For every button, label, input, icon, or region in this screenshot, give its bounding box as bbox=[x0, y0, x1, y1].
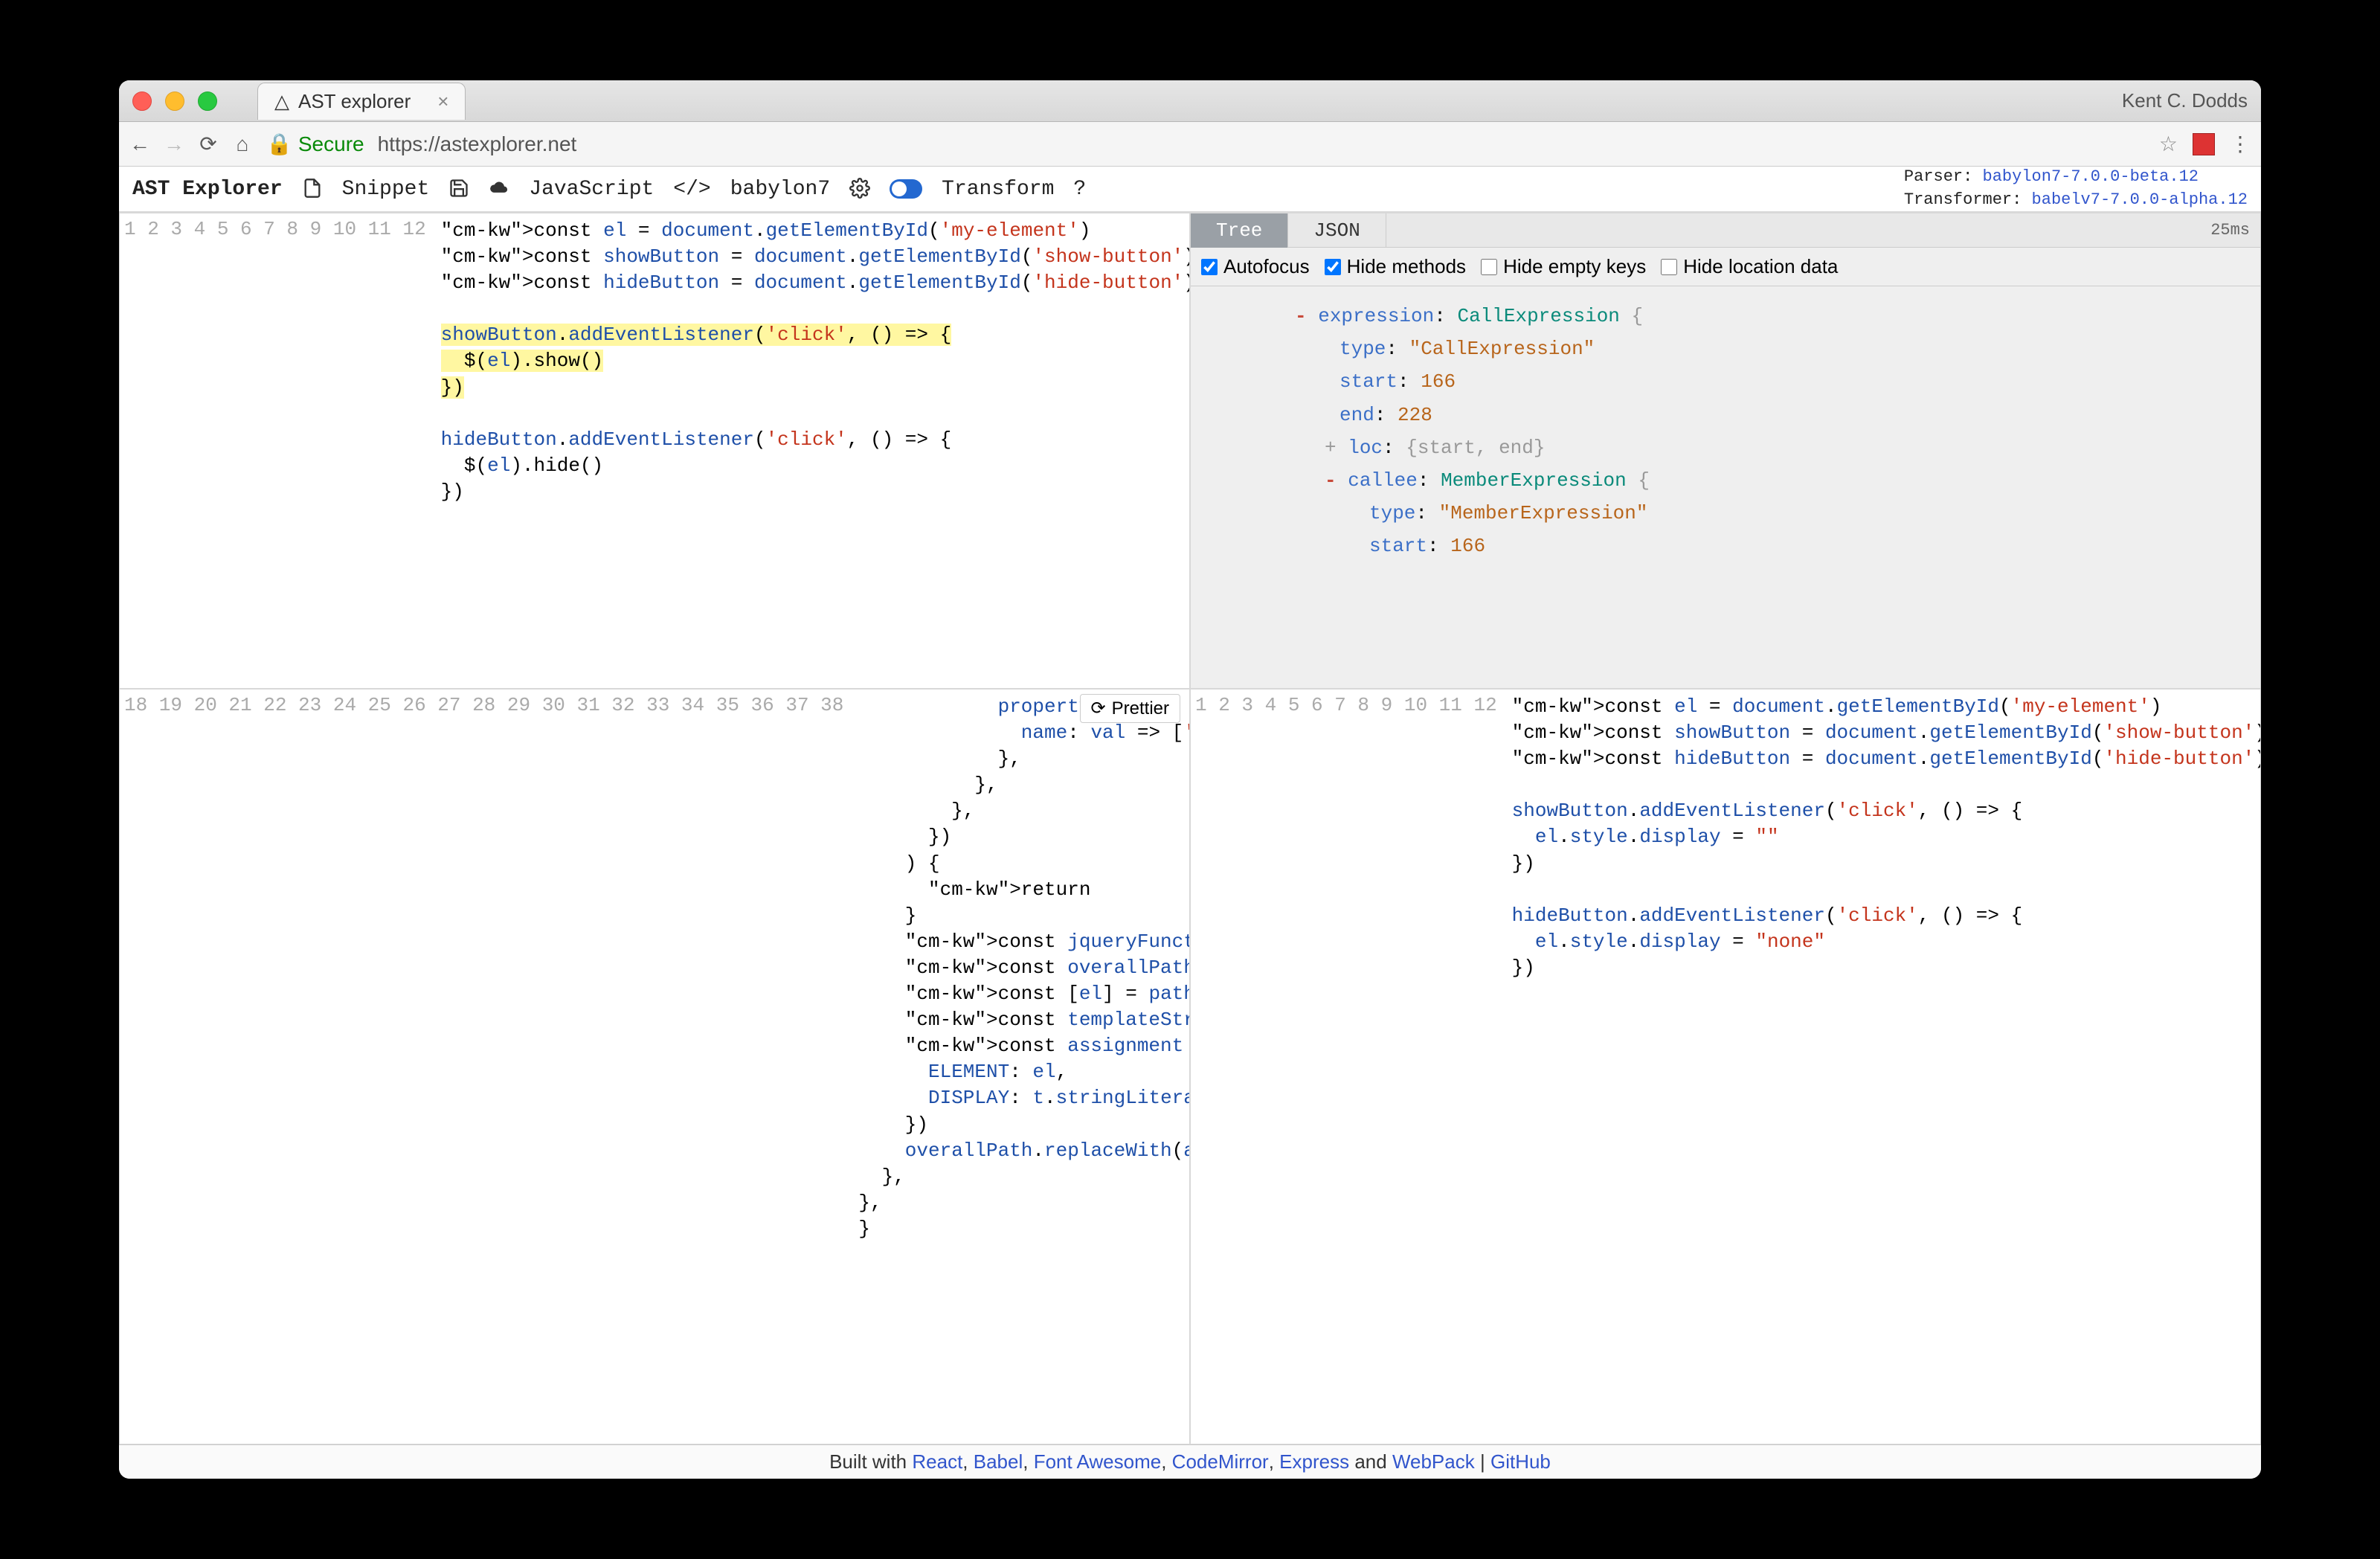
ast-tree-panel: Tree JSON 25ms Autofocus Hide methods Hi… bbox=[1190, 213, 2261, 689]
back-button[interactable]: ← bbox=[129, 132, 150, 156]
language-dropdown[interactable]: JavaScript bbox=[529, 178, 654, 201]
parser-dropdown[interactable]: babylon7 bbox=[730, 178, 830, 201]
chk-hide-loc[interactable]: Hide location data bbox=[1661, 255, 1838, 278]
footer-link[interactable]: Font Awesome bbox=[1034, 1450, 1162, 1473]
cloud-icon bbox=[489, 178, 509, 201]
prettier-button[interactable]: ⟳ Prettier bbox=[1080, 694, 1180, 723]
footer-link[interactable]: Babel bbox=[974, 1450, 1023, 1473]
close-window-button[interactable] bbox=[132, 91, 152, 111]
footer: Built with React, Babel, Font Awesome, C… bbox=[119, 1444, 2261, 1479]
footer-github-link[interactable]: GitHub bbox=[1490, 1450, 1551, 1473]
tab-title: AST explorer bbox=[298, 90, 411, 113]
gear-icon[interactable] bbox=[849, 178, 870, 201]
maximize-window-button[interactable] bbox=[198, 91, 217, 111]
browser-profile-name[interactable]: Kent C. Dodds bbox=[2122, 89, 2248, 112]
transformer-version-link[interactable]: babelv7-7.0.0-alpha.12 bbox=[2032, 190, 2248, 209]
browser-tab[interactable]: △ AST explorer × bbox=[257, 83, 466, 120]
close-tab-icon[interactable]: × bbox=[437, 90, 448, 113]
save-icon[interactable] bbox=[448, 178, 469, 201]
secure-indicator[interactable]: 🔒 Secure bbox=[266, 132, 364, 156]
transform-label[interactable]: Transform bbox=[942, 178, 1054, 201]
tab-tree[interactable]: Tree bbox=[1191, 213, 1288, 248]
tab-json[interactable]: JSON bbox=[1288, 213, 1386, 248]
minimize-window-button[interactable] bbox=[165, 91, 184, 111]
toolbar-meta: Parser: babylon7-7.0.0-beta.12 Transform… bbox=[1904, 166, 2248, 212]
kebab-menu-icon[interactable]: ⋮ bbox=[2230, 132, 2251, 156]
traffic-lights bbox=[132, 91, 217, 111]
source-editor[interactable]: 1 2 3 4 5 6 7 8 9 10 11 12 "cm-kw">const… bbox=[119, 213, 1190, 689]
footer-link[interactable]: React bbox=[912, 1450, 962, 1473]
parser-version-link[interactable]: babylon7-7.0.0-beta.12 bbox=[1983, 167, 2199, 186]
footer-link[interactable]: WebPack bbox=[1392, 1450, 1475, 1473]
home-button[interactable]: ⌂ bbox=[232, 132, 253, 156]
tab-favicon: △ bbox=[274, 90, 289, 113]
footer-link[interactable]: CodeMirror bbox=[1172, 1450, 1269, 1473]
chk-hide-methods[interactable]: Hide methods bbox=[1325, 255, 1466, 278]
lock-icon: 🔒 bbox=[266, 132, 292, 156]
bookmark-icon[interactable]: ☆ bbox=[2159, 132, 2178, 156]
app-toolbar: AST Explorer Snippet JavaScript </> baby… bbox=[119, 167, 2261, 213]
browser-navbar: ← → ⟳ ⌂ 🔒 Secure https://astexplorer.net… bbox=[119, 122, 2261, 167]
tree-body[interactable]: - expression: CallExpression { type: "Ca… bbox=[1191, 286, 2260, 689]
app-name: AST Explorer bbox=[132, 178, 283, 201]
address-bar[interactable]: https://astexplorer.net bbox=[378, 132, 577, 156]
snippet-button[interactable]: Snippet bbox=[342, 178, 430, 201]
chk-hide-empty[interactable]: Hide empty keys bbox=[1481, 255, 1646, 278]
code-icon: </> bbox=[673, 178, 710, 201]
window-titlebar: △ AST explorer × Kent C. Dodds bbox=[119, 80, 2261, 122]
output-editor[interactable]: 1 2 3 4 5 6 7 8 9 10 11 12 "cm-kw">const… bbox=[1190, 689, 2261, 1444]
extension-icon[interactable] bbox=[2193, 133, 2215, 155]
parse-timing: 25ms bbox=[2210, 221, 2260, 240]
transform-toggle[interactable] bbox=[890, 179, 922, 199]
footer-link[interactable]: Express bbox=[1279, 1450, 1349, 1473]
help-icon[interactable]: ? bbox=[1073, 178, 1086, 201]
refresh-icon: ⟳ bbox=[1091, 698, 1106, 719]
forward-button[interactable]: → bbox=[164, 132, 184, 156]
chk-autofocus[interactable]: Autofocus bbox=[1201, 255, 1310, 278]
reload-button[interactable]: ⟳ bbox=[198, 132, 219, 156]
transform-editor[interactable]: ⟳ Prettier 18 19 20 21 22 23 24 25 26 27… bbox=[119, 689, 1190, 1444]
file-icon bbox=[302, 178, 323, 201]
